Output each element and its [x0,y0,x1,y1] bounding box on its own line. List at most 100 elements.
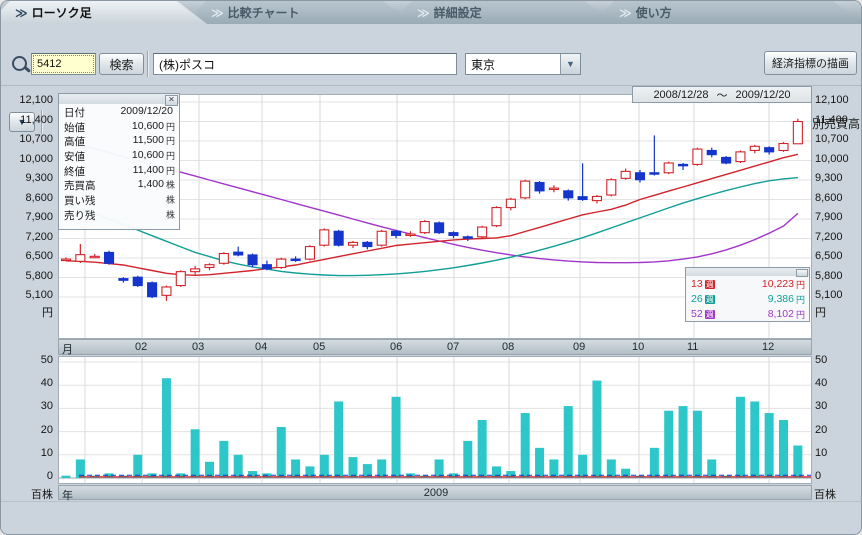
price-tick-label: 11,400 [815,114,848,126]
quote-info-row: 売り残 株 [59,207,179,222]
price-tick-label: 7,200 [815,231,843,243]
info-label: 終値 [64,164,85,178]
ma-unit: 円 [796,293,805,306]
tab-chevron-icon: ≫ [15,6,26,20]
ma-period: 26 [691,293,703,305]
bottom-control-bar: ✓ 売買高表示 ✓ 売 買 信用残表示 ---選択して下さい--- ▼ 移動 ▼… [1,501,862,535]
info-unit: 円 [166,134,175,148]
price-tick-label: 6,500 [815,250,843,262]
month-tick-label: 11 [687,341,698,353]
info-unit: 株 [166,208,175,222]
tab-candlestick[interactable]: ≫ ローソク足 [1,1,207,24]
price-tick-label: 10,700 [3,133,53,145]
ma-badge: 週 [705,295,715,304]
info-value [96,208,164,222]
price-tick-label: 9,300 [815,172,843,184]
info-value [96,193,164,207]
info-value: 10,600 [85,120,164,134]
volume-tick-label: 0 [815,470,821,482]
tab-how-to-use[interactable]: ≫ 使い方 [605,1,862,24]
chart-app-window: ≫ ローソク足 ≫ 比較チャート ≫ 詳細設定 ≫ 使い方 検索 東京 ▼ 経済… [0,0,862,535]
info-value: 10,600 [85,149,164,163]
tab-label: 詳細設定 [434,4,482,21]
date-end: 2009/12/20 [736,89,791,101]
ma-legend-row: 52週8,102円 [686,306,809,321]
price-axis-unit: 円 [815,304,826,320]
ma-value: 8,102 [715,308,794,320]
ma-value: 9,386 [715,293,794,305]
month-axis-bar: 月0203040506070809101112 [58,339,812,355]
month-tick-label: 12 [762,341,774,353]
volume-chart [59,357,811,483]
tab-label: 比較チャート [228,4,300,21]
price-tick-label: 9,300 [3,172,53,184]
price-tick-label: 6,500 [3,250,53,262]
info-value: 1,400 [96,178,164,192]
month-tick-label: 02 [135,341,147,353]
month-tick-label: 08 [502,341,514,353]
price-tick-label: 5,800 [815,270,843,282]
price-axis-unit: 円 [3,304,53,320]
ma-badge: 週 [705,280,715,289]
info-label: 売買高 [64,178,96,192]
info-label: 高値 [64,134,85,148]
ma-unit: 円 [796,278,805,291]
tab-chevron-icon: ≫ [619,6,630,20]
price-tick-label: 7,900 [3,211,53,223]
month-tick-label: 04 [255,341,267,353]
price-tick-label: 12,100 [3,94,53,106]
year-label: 2009 [59,487,813,499]
ma-legend-row: 26週9,386円 [686,291,809,306]
ma-badge: 週 [705,310,715,319]
volume-tick-label: 0 [3,470,53,482]
tab-label: 使い方 [636,4,672,21]
minimize-icon[interactable] [796,269,808,277]
volume-tick-label: 40 [3,377,53,389]
volume-tick-label: 50 [3,354,53,366]
price-tick-label: 12,100 [815,94,849,106]
info-unit: 円 [166,120,175,134]
quote-info-row: 終値11,400円 [59,163,179,178]
tab-detail-settings[interactable]: ≫ 詳細設定 [403,1,615,24]
year-axis-bar: 年 2009 [58,485,812,500]
volume-tick-label: 10 [3,447,53,459]
ma-legend-header [686,268,809,276]
close-icon[interactable]: ✕ [165,95,178,106]
date-range-box: 2008/12/28 ～ 2009/12/20 [632,86,812,103]
month-axis-title: 月 [62,341,73,357]
info-label: 始値 [64,120,85,134]
info-box-header: ✕ [59,94,179,104]
quote-info-row: 日付2009/12/20 [59,104,179,119]
price-tick-label: 5,100 [3,289,53,301]
info-unit: 円 [166,149,175,163]
price-tick-label: 8,600 [815,192,843,204]
volume-axis-unit: 百株 [3,486,53,502]
volume-chart-area[interactable] [58,356,812,484]
ma-legend-box: 13週10,223円26週9,386円52週8,102円 [685,267,810,322]
volume-tick-label: 30 [815,400,827,412]
info-label: 売り残 [64,208,96,222]
volume-tick-label: 50 [815,354,827,366]
tab-bar: ≫ ローソク足 ≫ 比較チャート ≫ 詳細設定 ≫ 使い方 [1,1,862,24]
info-unit: 円 [166,164,175,178]
month-tick-label: 05 [313,341,325,353]
price-tick-label: 10,700 [815,133,849,145]
quote-info-row: 買い残株 [59,192,179,207]
ma-value: 10,223 [715,278,794,290]
month-tick-label: 09 [573,341,585,353]
quote-info-row: 始値10,600円 [59,119,179,134]
info-label: 日付 [64,105,85,119]
price-tick-label: 10,000 [3,153,53,165]
month-tick-label: 07 [447,341,459,353]
ma-unit: 円 [796,308,805,321]
volume-axis-unit: 百株 [814,486,836,502]
quote-info-row: 売買高1,400株 [59,177,179,192]
tab-chevron-icon: ≫ [417,6,428,20]
info-value: 11,400 [85,164,164,178]
volume-tick-label: 40 [815,377,827,389]
tab-chevron-icon: ≫ [211,6,222,20]
tab-compare-chart[interactable]: ≫ 比較チャート [197,1,413,24]
quote-info-row: 高値11,500円 [59,133,179,148]
info-value: 11,500 [85,134,164,148]
volume-tick-label: 20 [815,424,827,436]
